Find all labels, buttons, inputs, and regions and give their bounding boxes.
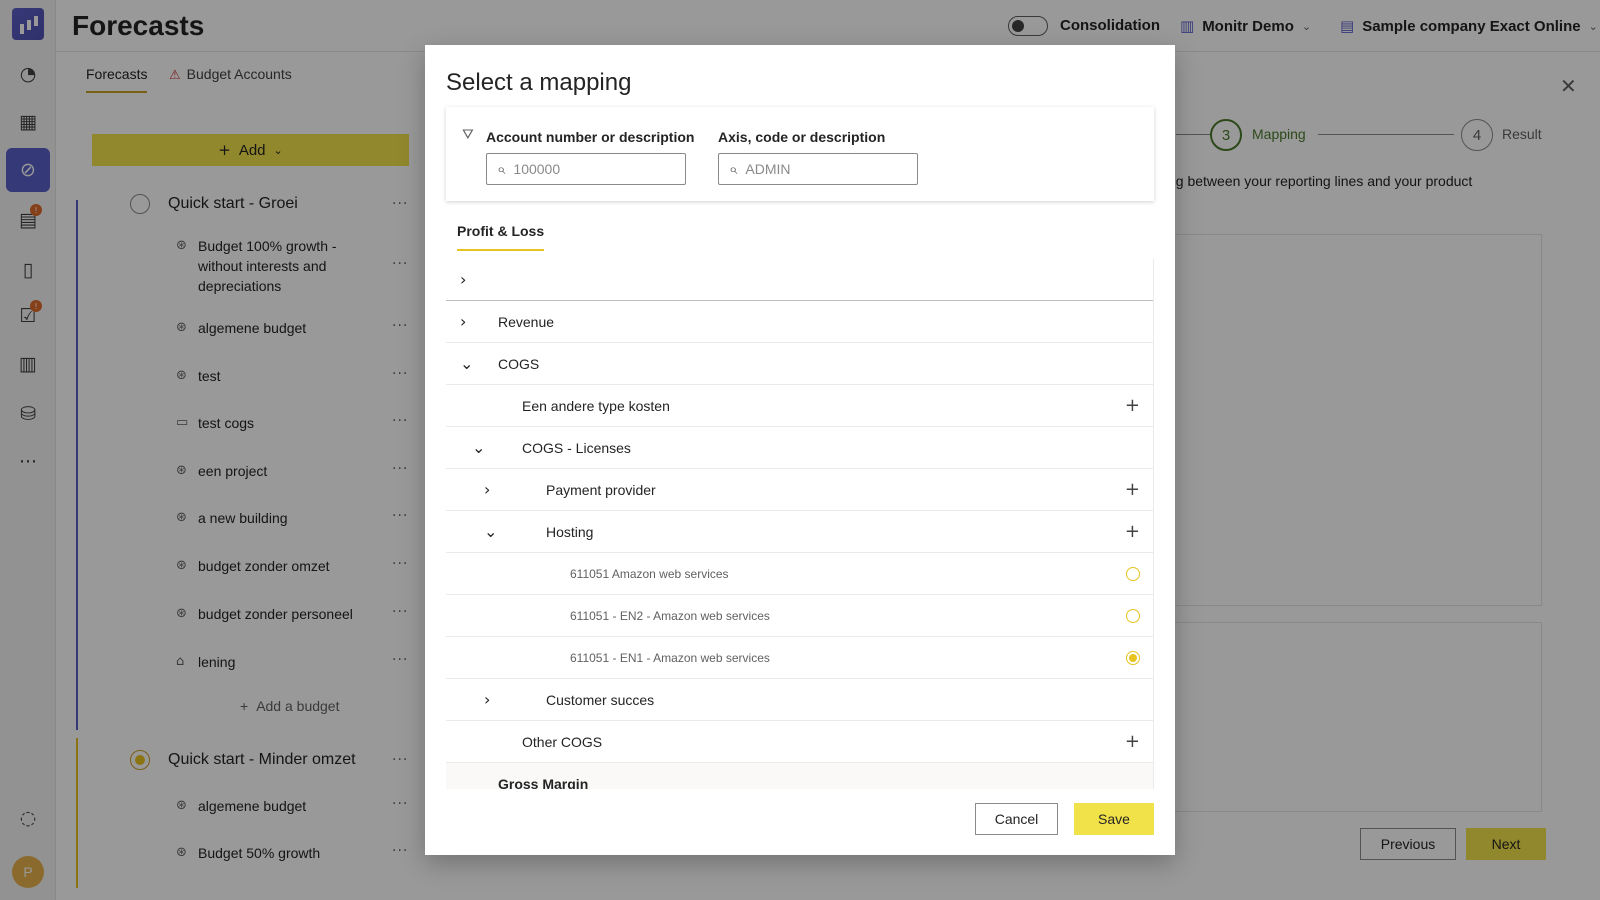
account-radio-selected[interactable] <box>1126 650 1140 665</box>
account-radio[interactable] <box>1126 566 1140 581</box>
search-icon: ⌕ <box>497 160 506 178</box>
tree-header-row[interactable]: › <box>446 259 1153 301</box>
search-icon: ⌕ <box>729 160 738 178</box>
tree-row[interactable]: ⌄ COGS <box>446 343 1153 385</box>
add-mapping-icon[interactable]: + <box>1125 479 1140 500</box>
chevron-down-icon[interactable]: ⌄ <box>472 438 485 457</box>
filter-panel: ⛛ Account number or description ⌕ Axis, … <box>446 107 1154 201</box>
account-filter-label: Account number or description <box>486 129 695 145</box>
chevron-right-icon[interactable]: › <box>460 270 466 289</box>
chevron-right-icon[interactable]: › <box>460 312 466 331</box>
dialog-title: Select a mapping <box>446 69 632 96</box>
axis-search-field[interactable]: ⌕ <box>718 153 918 185</box>
add-mapping-icon[interactable]: + <box>1125 395 1140 416</box>
mapping-tree[interactable]: › › Revenue ⌄ COGS Een andere type koste… <box>446 259 1154 789</box>
tree-row[interactable]: Other COGS + <box>446 721 1153 763</box>
add-mapping-icon[interactable]: + <box>1125 731 1140 752</box>
account-row[interactable]: 611051 Amazon web services <box>446 553 1153 595</box>
account-row[interactable]: 611051 - EN2 - Amazon web services <box>446 595 1153 637</box>
axis-search-input[interactable] <box>745 161 896 177</box>
tree-row-total: Gross Margin <box>446 763 1153 789</box>
tree-row[interactable]: › Revenue <box>446 301 1153 343</box>
cancel-button[interactable]: Cancel <box>975 803 1058 835</box>
axis-filter-label: Axis, code or description <box>718 129 886 145</box>
tree-row[interactable]: ⌄ Hosting + <box>446 511 1153 553</box>
account-row[interactable]: 611051 - EN1 - Amazon web services <box>446 637 1153 679</box>
chevron-right-icon[interactable]: › <box>484 480 490 499</box>
tab-profit-loss[interactable]: Profit & Loss <box>457 223 545 251</box>
chevron-right-icon[interactable]: › <box>484 690 490 709</box>
tree-row[interactable]: ⌄ COGS - Licenses <box>446 427 1153 469</box>
account-radio[interactable] <box>1126 608 1140 623</box>
chevron-down-icon[interactable]: ⌄ <box>484 522 497 541</box>
tree-row[interactable]: › Customer succes <box>446 679 1153 721</box>
account-search-field[interactable]: ⌕ <box>486 153 686 185</box>
filter-icon: ⛛ <box>462 127 474 143</box>
save-button[interactable]: Save <box>1074 803 1154 835</box>
mapping-dialog: Select a mapping ⛛ Account number or des… <box>425 45 1175 855</box>
tree-row[interactable]: Een andere type kosten + <box>446 385 1153 427</box>
chevron-down-icon[interactable]: ⌄ <box>460 354 473 373</box>
tree-row[interactable]: › Payment provider + <box>446 469 1153 511</box>
account-search-input[interactable] <box>513 161 664 177</box>
add-mapping-icon[interactable]: + <box>1125 521 1140 542</box>
